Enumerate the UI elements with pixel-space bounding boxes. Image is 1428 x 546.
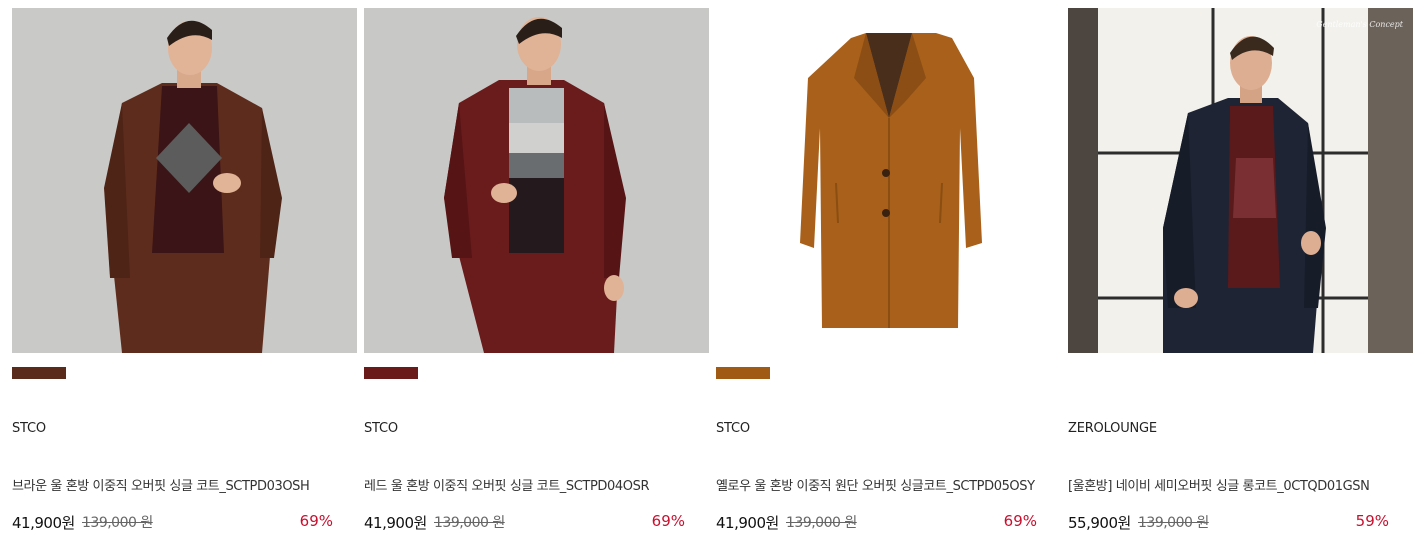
sale-price: 41,900원 xyxy=(12,514,75,532)
product-card[interactable]: Gentleman's Concept ZEROLOUNGE [울혼방] 네이비… xyxy=(1068,8,1413,546)
discount-rate: 69% xyxy=(299,512,333,530)
color-swatch[interactable] xyxy=(12,367,66,379)
product-image[interactable] xyxy=(716,8,1061,353)
product-image[interactable] xyxy=(364,8,709,353)
product-name[interactable]: 옐로우 울 혼방 이중직 원단 오버핏 싱글코트_SCTPD05OSY xyxy=(716,475,1035,494)
discount-rate: 69% xyxy=(651,512,685,530)
brand-name[interactable]: STCO xyxy=(716,421,750,436)
product-card[interactable]: STCO 옐로우 울 혼방 이중직 원단 오버핏 싱글코트_SCTPD05OSY… xyxy=(716,8,1061,546)
product-card[interactable]: STCO 브라운 울 혼방 이중직 오버핏 싱글 코트_SCTPD03OSH 4… xyxy=(12,8,357,546)
original-price: 139,000 원 xyxy=(1138,515,1209,531)
brand-watermark: Gentleman's Concept xyxy=(1316,20,1403,29)
brand-name[interactable]: STCO xyxy=(12,421,46,436)
brand-name[interactable]: STCO xyxy=(364,421,398,436)
original-price: 139,000 원 xyxy=(786,515,857,531)
product-image[interactable]: Gentleman's Concept xyxy=(1068,8,1413,353)
product-image[interactable] xyxy=(12,8,357,353)
original-price: 139,000 원 xyxy=(82,515,153,531)
discount-rate: 69% xyxy=(1003,512,1037,530)
product-card[interactable]: STCO 레드 울 혼방 이중직 오버핏 싱글 코트_SCTPD04OSR 41… xyxy=(364,8,709,546)
sale-price: 41,900원 xyxy=(716,514,779,532)
original-price: 139,000 원 xyxy=(434,515,505,531)
sale-price: 55,900원 xyxy=(1068,514,1131,532)
product-name[interactable]: 레드 울 혼방 이중직 오버핏 싱글 코트_SCTPD04OSR xyxy=(364,475,649,494)
sale-price: 41,900원 xyxy=(364,514,427,532)
color-swatch[interactable] xyxy=(716,367,770,379)
product-name[interactable]: 브라운 울 혼방 이중직 오버핏 싱글 코트_SCTPD03OSH xyxy=(12,475,310,494)
discount-rate: 59% xyxy=(1355,512,1389,530)
product-name[interactable]: [울혼방] 네이비 세미오버핏 싱글 롱코트_0CTQD01GSN xyxy=(1068,475,1370,494)
brand-name[interactable]: ZEROLOUNGE xyxy=(1068,421,1157,436)
color-swatch[interactable] xyxy=(364,367,418,379)
